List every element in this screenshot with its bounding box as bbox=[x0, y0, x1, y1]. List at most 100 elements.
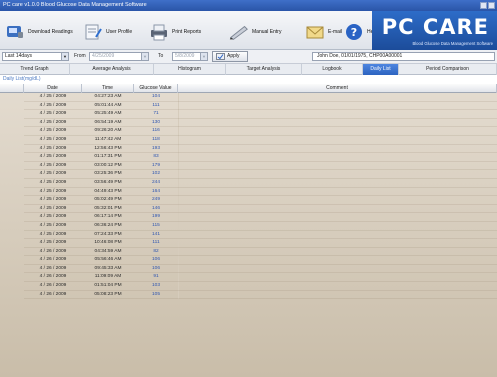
daily-list-table: Date Time Glucose Value Comment 4 / 25 /… bbox=[0, 84, 497, 377]
table-row[interactable]: 4 / 26 / 2009 05:08:23 PM 105 bbox=[24, 290, 497, 300]
apply-icon bbox=[216, 53, 225, 60]
comment-cell bbox=[178, 170, 497, 179]
date-cell: 4 / 26 / 2009 bbox=[39, 274, 67, 280]
table-row[interactable]: 4 / 26 / 2009 04:34:59 AM 82 bbox=[24, 247, 497, 257]
table-row[interactable]: 4 / 25 / 2009 06:54:19 AM 130 bbox=[24, 118, 497, 128]
glucose-value-cell: 141 bbox=[151, 231, 160, 237]
column-header-time[interactable]: Time bbox=[82, 84, 134, 93]
close-button[interactable] bbox=[488, 2, 495, 9]
time-cell: 11:47:42 AM bbox=[94, 136, 122, 142]
time-cell: 05:01:44 AM bbox=[94, 102, 122, 108]
comment-cell bbox=[178, 264, 497, 274]
table-row[interactable]: 4 / 25 / 2009 03:00:12 PM 179 bbox=[24, 161, 497, 171]
table-row[interactable]: 4 / 25 / 2009 05:32:01 PM 146 bbox=[24, 204, 497, 214]
glucose-value-cell: 105 bbox=[151, 291, 160, 297]
from-date-picker[interactable]: 4/25/2009 ▼ bbox=[89, 52, 149, 61]
email-button[interactable]: E-mail bbox=[304, 20, 342, 44]
glucose-value-cell: 111 bbox=[152, 102, 160, 108]
glucose-value-cell: 116 bbox=[152, 128, 160, 134]
time-cell: 03:00:12 PM bbox=[94, 162, 122, 168]
table-row[interactable]: 4 / 25 / 2009 07:24:33 PM 141 bbox=[24, 230, 497, 240]
glucose-value-cell: 115 bbox=[152, 222, 160, 228]
comment-cell bbox=[178, 153, 497, 162]
time-cell: 12:56:43 PM bbox=[94, 145, 122, 151]
date-cell: 4 / 26 / 2009 bbox=[39, 283, 67, 289]
table-row[interactable]: 4 / 25 / 2009 11:47:42 AM 118 bbox=[24, 135, 497, 145]
glucose-value-cell: 102 bbox=[151, 171, 160, 177]
glucose-value-cell: 164 bbox=[151, 188, 160, 194]
date-cell: 4 / 25 / 2009 bbox=[39, 102, 67, 108]
apply-button[interactable]: Apply bbox=[212, 51, 248, 62]
glucose-value-cell: 146 bbox=[151, 205, 160, 211]
comment-cell bbox=[178, 282, 497, 291]
time-cell: 04:49:43 PM bbox=[94, 188, 122, 194]
table-row[interactable]: 4 / 25 / 2009 05:01:44 AM 111 bbox=[24, 101, 497, 111]
print-reports-button[interactable]: Print Reports bbox=[148, 20, 201, 44]
table-row[interactable]: 4 / 25 / 2009 03:56:49 PM 244 bbox=[24, 178, 497, 188]
table-row[interactable]: 4 / 26 / 2009 01:51:04 PM 103 bbox=[24, 282, 497, 291]
to-date-picker[interactable]: 5/8/2009 ▼ bbox=[172, 52, 208, 61]
minimize-button[interactable] bbox=[480, 2, 487, 9]
download-readings-button[interactable]: Download Readings bbox=[4, 20, 73, 44]
glucose-value-cell: 249 bbox=[151, 197, 160, 203]
table-row[interactable]: 4 / 25 / 2009 04:27:23 AM 104 bbox=[24, 93, 497, 102]
time-cell: 05:32:01 PM bbox=[94, 205, 122, 211]
tab-target-analysis[interactable]: Target Analysis bbox=[226, 64, 302, 75]
date-cell: 4 / 25 / 2009 bbox=[39, 154, 67, 160]
user-profile-button[interactable]: User Profile bbox=[82, 20, 132, 44]
tab-average-analysis[interactable]: Average Analysis bbox=[70, 64, 154, 75]
date-cell: 4 / 25 / 2009 bbox=[39, 171, 67, 177]
chevron-down-icon: ▼ bbox=[141, 53, 148, 60]
meter-download-icon bbox=[4, 22, 26, 42]
table-row[interactable]: 4 / 25 / 2009 05:25:49 AM 71 bbox=[24, 110, 497, 119]
column-header-comment[interactable]: Comment bbox=[178, 84, 497, 93]
table-row[interactable]: 4 / 25 / 2009 05:02:49 PM 249 bbox=[24, 196, 497, 205]
table-row[interactable]: 4 / 25 / 2009 12:56:43 PM 193 bbox=[24, 144, 497, 154]
comment-cell bbox=[178, 213, 497, 222]
time-cell: 05:25:49 AM bbox=[94, 111, 122, 117]
to-label: To bbox=[158, 53, 164, 59]
manual-entry-button[interactable]: Manual Entry bbox=[228, 20, 281, 44]
glucose-value-cell: 91 bbox=[153, 274, 159, 280]
table-row[interactable]: 4 / 25 / 2009 09:26:20 AM 116 bbox=[24, 127, 497, 136]
table-row[interactable]: 4 / 26 / 2009 05:56:46 AM 106 bbox=[24, 256, 497, 265]
time-cell: 10:46:08 PM bbox=[94, 240, 122, 246]
table-row[interactable]: 4 / 25 / 2009 01:17:31 PM 83 bbox=[24, 153, 497, 162]
table-row[interactable]: 4 / 25 / 2009 06:36:24 PM 115 bbox=[24, 221, 497, 231]
time-cell: 01:17:31 PM bbox=[94, 154, 122, 160]
table-row[interactable]: 4 / 26 / 2009 09:45:33 AM 106 bbox=[24, 264, 497, 274]
comment-cell bbox=[178, 178, 497, 188]
glucose-value-cell: 103 bbox=[151, 283, 160, 289]
time-cell: 04:27:23 AM bbox=[94, 94, 122, 99]
tab-daily-list[interactable]: Daily List bbox=[363, 64, 399, 75]
date-cell: 4 / 25 / 2009 bbox=[39, 94, 67, 99]
comment-cell bbox=[178, 239, 497, 248]
tab-logbook[interactable]: Logbook bbox=[302, 64, 363, 75]
row-header-corner bbox=[0, 84, 24, 93]
table-row[interactable]: 4 / 25 / 2009 10:46:08 PM 111 bbox=[24, 239, 497, 248]
table-body: 4 / 25 / 2009 04:27:23 AM 104 4 / 25 / 2009… bbox=[24, 93, 497, 300]
table-row[interactable]: 4 / 25 / 2009 04:49:43 PM 164 bbox=[24, 187, 497, 197]
date-cell: 4 / 26 / 2009 bbox=[39, 265, 67, 271]
date-cell: 4 / 25 / 2009 bbox=[39, 188, 67, 194]
tab-histogram[interactable]: Histogram bbox=[154, 64, 226, 75]
column-header-date[interactable]: Date bbox=[24, 84, 82, 93]
date-cell: 4 / 25 / 2009 bbox=[39, 231, 67, 237]
column-header-glucose[interactable]: Glucose Value bbox=[134, 84, 178, 93]
printer-icon bbox=[148, 22, 170, 42]
chevron-down-icon: ▼ bbox=[61, 53, 68, 60]
period-select[interactable]: Last 14days ▼ bbox=[2, 52, 69, 61]
table-row[interactable]: 4 / 25 / 2009 06:17:14 PM 199 bbox=[24, 213, 497, 222]
glucose-value-cell: 71 bbox=[153, 111, 159, 117]
time-cell: 07:24:33 PM bbox=[94, 231, 122, 237]
comment-cell bbox=[178, 196, 497, 205]
date-cell: 4 / 25 / 2009 bbox=[39, 128, 67, 134]
date-cell: 4 / 25 / 2009 bbox=[39, 222, 67, 228]
comment-cell bbox=[178, 187, 497, 197]
date-cell: 4 / 25 / 2009 bbox=[39, 197, 67, 203]
tab-period-comparison[interactable]: Period Comparison bbox=[399, 64, 497, 75]
comment-cell bbox=[178, 161, 497, 171]
table-row[interactable]: 4 / 25 / 2009 03:25:36 PM 102 bbox=[24, 170, 497, 179]
table-row[interactable]: 4 / 26 / 2009 11:09:09 AM 91 bbox=[24, 273, 497, 283]
tab-trend-graph[interactable]: Trend Graph bbox=[0, 64, 70, 75]
